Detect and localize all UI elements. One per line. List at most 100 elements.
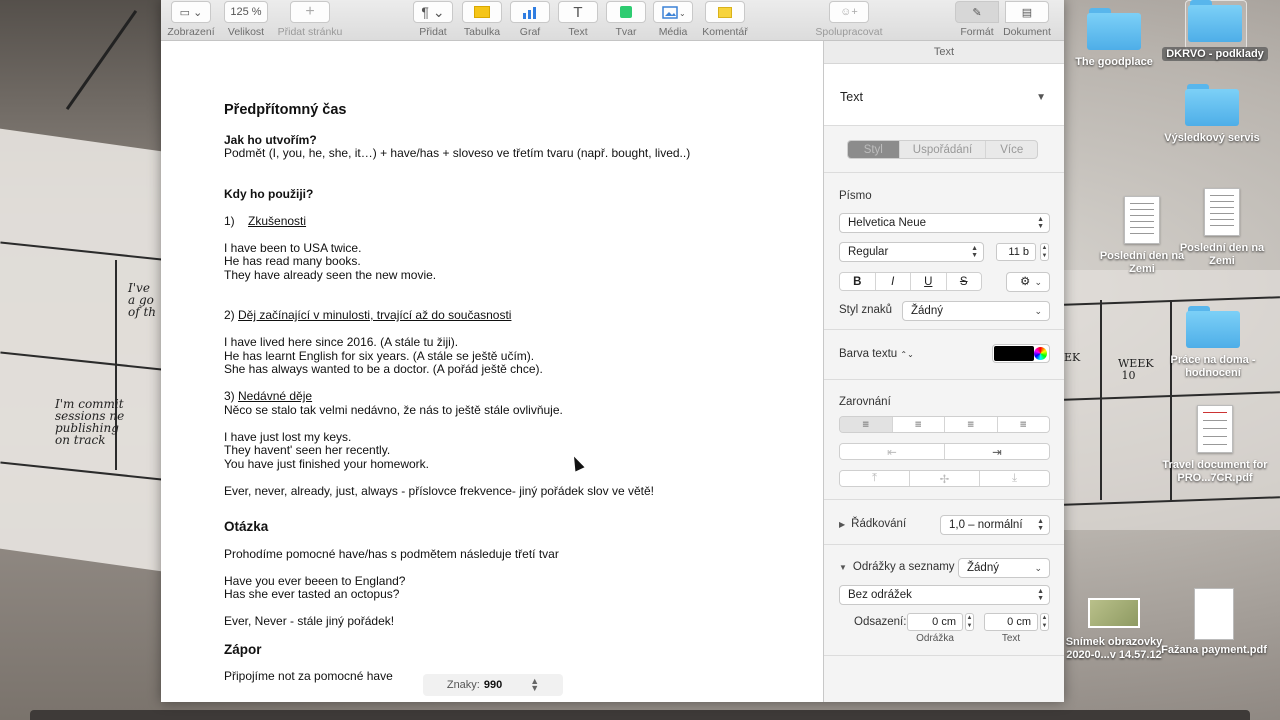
- text-color-label-text: Barva textu: [839, 348, 898, 360]
- insert-button[interactable]: ¶ ⌄ Přidat: [412, 1, 454, 38]
- font-weight-select[interactable]: Regular ▲ ▼: [839, 242, 984, 262]
- comment-button[interactable]: Komentář: [701, 1, 749, 38]
- text-options-button[interactable]: ⚙ ⌄: [1006, 272, 1050, 292]
- text-indent-caption: Text: [1001, 633, 1021, 644]
- how-heading: Jak ho utvořím?: [224, 132, 317, 147]
- tab-more[interactable]: Více: [985, 141, 1037, 158]
- example-line: Has she ever tasted an octopus?: [224, 587, 400, 601]
- font-weight-value: Regular: [848, 246, 889, 258]
- up-down-arrow-icon: ▲ ▼: [971, 245, 978, 259]
- negative-heading: Zápor: [224, 641, 262, 657]
- tab-style[interactable]: Styl: [848, 141, 899, 158]
- add-page-button[interactable]: + Přidat stránku: [275, 1, 345, 38]
- desktop-icon-label: The goodplace: [1075, 56, 1153, 68]
- question-heading: Otázka: [224, 519, 269, 534]
- chart-icon: [510, 1, 550, 23]
- text-format-buttons: B I U S: [839, 272, 982, 291]
- shape-icon: [606, 1, 646, 23]
- section-number: 3): [224, 389, 235, 403]
- bullets-select[interactable]: Žádný ⌄: [958, 558, 1050, 578]
- document-title: Předpřítomný čas: [224, 102, 347, 118]
- bullet-indent-stepper[interactable]: ▲ ▼: [965, 613, 974, 631]
- align-top-icon[interactable]: ⤒: [840, 471, 909, 486]
- document-canvas[interactable]: Předpřítomný čas Jak ho utvořím? Podmět …: [161, 41, 823, 702]
- shape-button[interactable]: Tvar: [605, 1, 647, 38]
- document-button[interactable]: ▤ Dokument: [999, 1, 1055, 38]
- document-body[interactable]: Předpřítomný čas Jak ho utvořím? Podmět …: [224, 102, 794, 684]
- media-button[interactable]: ⌄ Média: [652, 1, 694, 38]
- align-right-icon[interactable]: ≡: [944, 417, 997, 432]
- align-justify-icon[interactable]: ≡: [996, 417, 1049, 432]
- desktop-folder-dkrvo-podklady[interactable]: DKRVO - podklady: [1160, 0, 1270, 61]
- font-family-value: Helvetica Neue: [848, 217, 926, 229]
- example-line: I have been to USA twice.: [224, 240, 362, 255]
- align-middle-icon[interactable]: ✢: [909, 471, 979, 486]
- align-center-icon[interactable]: ≡: [891, 417, 944, 432]
- view-button[interactable]: ▭ ⌄ Zobrazení: [167, 1, 215, 38]
- font-family-select[interactable]: Helvetica Neue ▲ ▼: [839, 213, 1050, 233]
- desktop-folder-vysledkovy-servis[interactable]: Výsledkový servis: [1157, 84, 1267, 145]
- chart-label: Graf: [519, 26, 541, 38]
- font-size-stepper[interactable]: ▲ ▼: [1040, 243, 1049, 261]
- desktop-file-travel-document[interactable]: Travel document for PRO...7CR.pdf: [1160, 405, 1270, 485]
- bold-button[interactable]: B: [840, 273, 875, 290]
- dock[interactable]: [30, 710, 1250, 720]
- vertical-align-buttons: ⤒ ✢ ⤓: [839, 470, 1050, 487]
- color-wheel-icon[interactable]: [1034, 347, 1047, 360]
- text-box-button[interactable]: T Text: [557, 1, 599, 38]
- desktop-folder-prace-na-doma[interactable]: Práce na doma - hodnocení: [1158, 306, 1268, 380]
- handwriting-scribble: WEEK 10: [1118, 357, 1154, 382]
- pdf-thumbnail-icon: [1194, 588, 1234, 640]
- align-left-icon[interactable]: ≡: [840, 417, 892, 432]
- text-color-label[interactable]: Barva textu ⌃⌄: [839, 348, 914, 360]
- font-heading: Písmo: [839, 190, 872, 202]
- folder-icon: [1186, 306, 1240, 348]
- sidebar-icon: ▭ ⌄: [171, 1, 211, 23]
- char-count-value: 990: [483, 679, 503, 691]
- decrease-indent-icon[interactable]: ⇤: [840, 444, 944, 459]
- desktop-folder-the-goodplace[interactable]: The goodplace: [1059, 8, 1169, 69]
- disclosure-triangle-icon: ▼: [839, 563, 847, 572]
- section-3-description: Něco se stalo tak velmi nedávno, že nás …: [224, 402, 563, 417]
- line-spacing-select[interactable]: 1,0 – normální ▲ ▼: [940, 515, 1050, 535]
- zoom-button[interactable]: 125 % Velikost: [221, 1, 271, 38]
- italic-button[interactable]: I: [874, 273, 910, 290]
- desktop-file-fazana-payment[interactable]: Fažana payment.pdf: [1159, 588, 1269, 657]
- collaborate-label: Spolupracovat: [815, 26, 883, 38]
- desktop-icon-label: DKRVO - podklady: [1162, 47, 1268, 61]
- zoom-label: Velikost: [227, 26, 265, 38]
- bullet-type-select[interactable]: Bez odrážek ▲ ▼: [839, 585, 1050, 605]
- comment-icon: [705, 1, 745, 23]
- collaborate-button[interactable]: ☺+ Spolupracovat: [813, 1, 885, 38]
- table-button[interactable]: Tabulka: [461, 1, 503, 38]
- align-bottom-icon[interactable]: ⤓: [979, 471, 1049, 486]
- paragraph-style-selector[interactable]: Text ▼: [824, 64, 1064, 126]
- adverbs-note: Ever, never, already, just, always - pří…: [224, 483, 654, 498]
- bullet-type-value: Bez odrážek: [848, 589, 912, 601]
- divider: [824, 379, 1064, 380]
- char-style-select[interactable]: Žádný ⌄: [902, 301, 1050, 321]
- format-button[interactable]: ✎ Formát: [955, 1, 999, 38]
- font-size-input[interactable]: 11 b: [996, 243, 1036, 261]
- alignment-buttons: ≡ ≡ ≡ ≡: [839, 416, 1050, 433]
- bullets-toggle[interactable]: ▼ Odrážky a seznamy: [839, 561, 955, 573]
- example-line: Have you ever beeen to England?: [224, 573, 406, 588]
- character-count-control[interactable]: Znaky: 990 ▲ ▼: [423, 674, 563, 696]
- tab-layout[interactable]: Uspořádání: [898, 141, 986, 158]
- text-indent-input[interactable]: 0 cm: [984, 613, 1038, 631]
- underline-button[interactable]: U: [910, 273, 946, 290]
- strikethrough-button[interactable]: S: [945, 273, 981, 290]
- chart-button[interactable]: Graf: [509, 1, 551, 38]
- desktop-file-screenshot[interactable]: Snímek obrazovky 2020-0...v 14.57.12: [1059, 598, 1169, 662]
- divider: [824, 499, 1064, 500]
- bullet-indent-input[interactable]: 0 cm: [907, 613, 963, 631]
- line-spacing-toggle[interactable]: ▶ Řádkování: [839, 518, 906, 530]
- image-icon: ⌄: [653, 1, 693, 23]
- increase-indent-icon[interactable]: ⇥: [944, 444, 1049, 459]
- section-1-heading: 1) Zkušenosti: [224, 214, 794, 229]
- text-indent-stepper[interactable]: ▲ ▼: [1040, 613, 1049, 631]
- desktop-file-posledni-den-2[interactable]: Poslední den na Zemi: [1167, 188, 1277, 268]
- example-line: He has learnt English for six years. (A …: [224, 348, 535, 363]
- document-icon: ▤: [1005, 1, 1049, 23]
- text-color-well[interactable]: [992, 344, 1050, 363]
